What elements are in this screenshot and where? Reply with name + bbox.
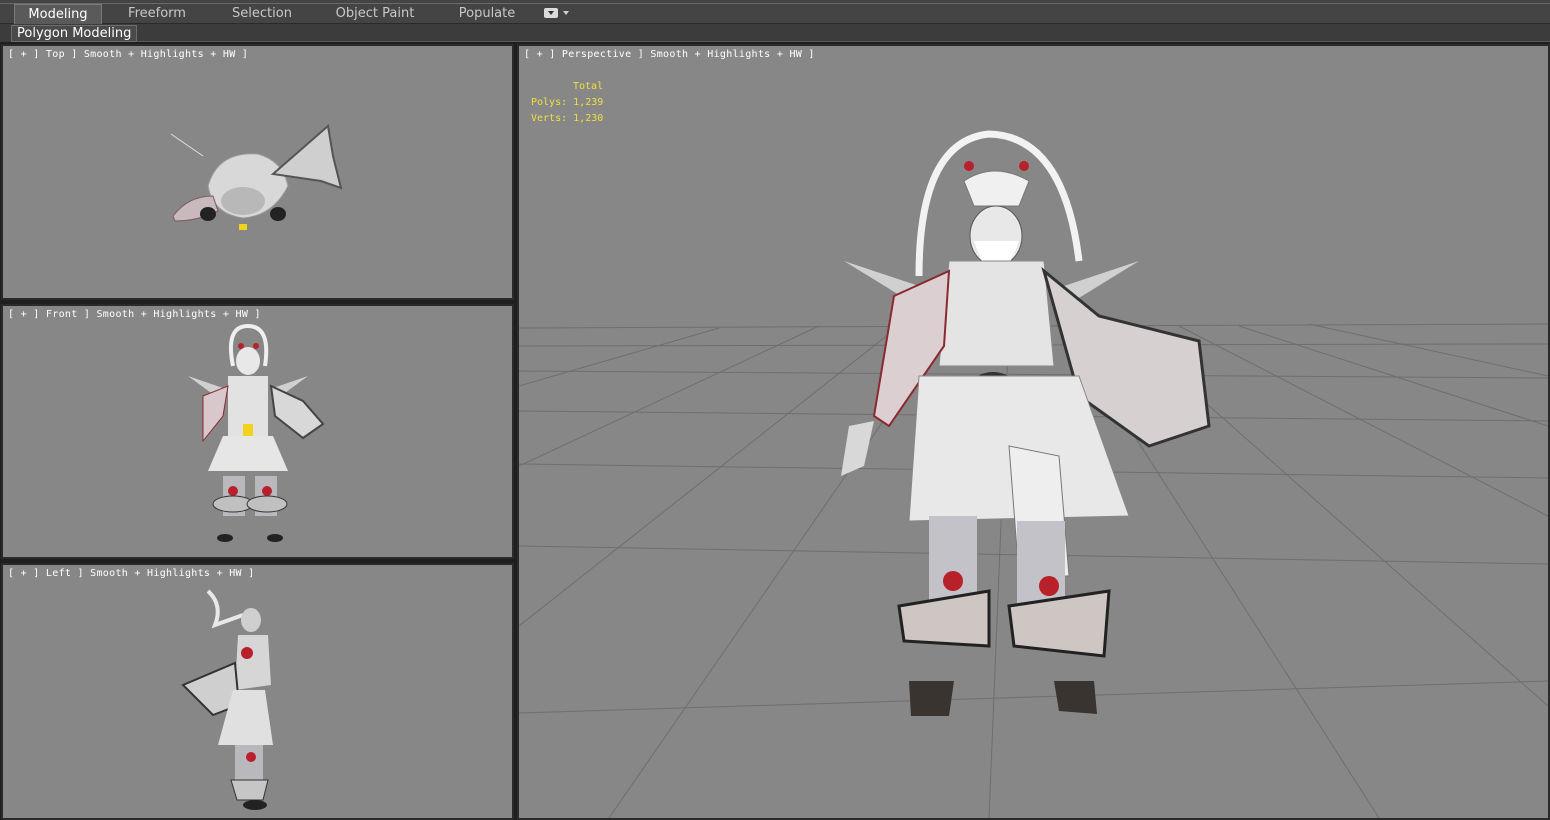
- polygon-modeling-panel-button[interactable]: Polygon Modeling: [11, 25, 138, 42]
- tab-object-paint[interactable]: Object Paint: [322, 4, 428, 24]
- tab-populate[interactable]: Populate: [442, 4, 532, 24]
- ribbon-tab-bar: Modeling Freeform Selection Object Paint…: [0, 0, 1550, 24]
- front-view-model: [188, 323, 325, 542]
- tab-freeform[interactable]: Freeform: [112, 4, 202, 24]
- left-view-model: [181, 589, 273, 810]
- ribbon-panel: Polygon Modeling: [0, 24, 1550, 43]
- viewport-left[interactable]: [ + ] Left ] Smooth + Highlights + HW ]: [1, 563, 514, 820]
- top-view-model: [170, 124, 343, 230]
- ribbon-options-dropdown[interactable]: [544, 8, 570, 20]
- ribbon-panel-divider: [136, 41, 1550, 42]
- caret-down-icon: [563, 11, 569, 15]
- chevron-down-icon: [544, 8, 558, 18]
- perspective-scene: [519, 130, 1548, 818]
- tab-selection[interactable]: Selection: [214, 4, 310, 24]
- tab-modeling[interactable]: Modeling: [14, 4, 102, 24]
- character-model: [841, 130, 1211, 716]
- viewport-front[interactable]: [ + ] Front ] Smooth + Highlights + HW ]: [1, 304, 514, 559]
- viewport-top[interactable]: [ + ] Top ] Smooth + Highlights + HW ]: [1, 44, 514, 300]
- viewport-area: [ + ] Top ] Smooth + Highlights + HW ] […: [0, 43, 1550, 820]
- viewport-perspective[interactable]: [ + ] Perspective ] Smooth + Highlights …: [517, 44, 1550, 820]
